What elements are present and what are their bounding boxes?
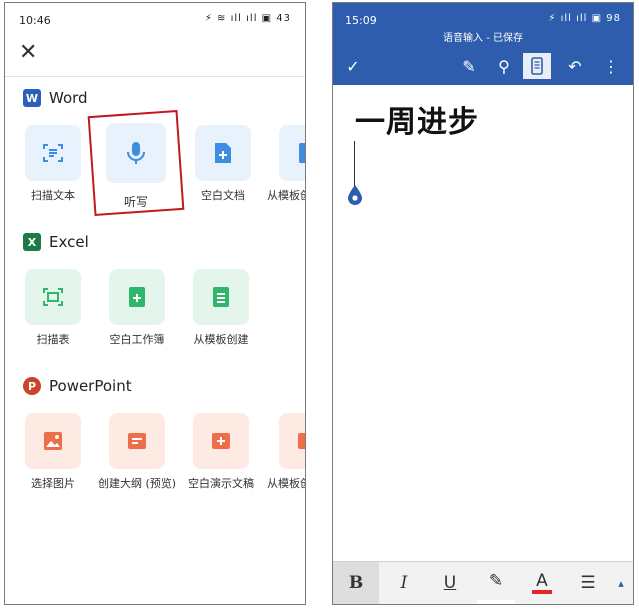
excel-logo-icon: X [23, 233, 41, 251]
tile-label-ppt-template: 从模板创建 [267, 477, 305, 490]
highlight-icon[interactable]: ✎ [477, 562, 515, 604]
status-time: 15:09 [345, 14, 377, 27]
underline-button[interactable]: U [431, 562, 469, 604]
status-icons: ⚡ ıll ıll ▣ 98 [548, 13, 621, 24]
scan-text-tile[interactable] [25, 125, 81, 181]
dictate-highlight-box [87, 109, 185, 217]
mobile-view-icon [531, 57, 543, 75]
tile-label-blank-presentation: 空白演示文稿 [188, 477, 254, 490]
italic-button[interactable]: I [385, 562, 423, 604]
excel-template-tile[interactable] [193, 269, 249, 325]
search-icon[interactable]: ⚲ [490, 53, 518, 79]
tile-label-blank-document: 空白文档 [201, 189, 245, 202]
expand-toolbar-icon[interactable]: ▴ [609, 562, 633, 604]
right-phone-screen: 15:09 ⚡ ıll ıll ▣ 98 语音输入 - 已保存 ✓ ✎ ⚲ ↶ … [332, 2, 634, 605]
left-phone-screen: 10:46 ⚡ ≋ ıll ıll ▣ 43 ✕ W Word 扫描文本 听写 … [4, 2, 306, 605]
scan-table-icon [43, 288, 63, 306]
tile-label-excel-template: 从模板创建 [193, 333, 249, 346]
bold-button[interactable]: B [333, 562, 379, 604]
header-divider [5, 76, 305, 77]
section-title-powerpoint: PowerPoint [49, 377, 132, 395]
new-workbook-icon [129, 287, 145, 307]
document-title: 语音输入 - 已保存 [443, 33, 523, 44]
word-logo-icon: W [23, 89, 41, 107]
tile-label-blank-workbook: 空白工作簿 [109, 333, 165, 346]
tile-label-word-template: 从模板创建 [267, 189, 305, 202]
tile-label-choose-picture: 选择图片 [31, 477, 75, 490]
scan-text-icon [43, 144, 63, 162]
ppt-template-tile[interactable] [279, 413, 305, 469]
section-title-word: Word [49, 89, 88, 107]
status-time: 10:46 [19, 14, 51, 27]
section-word: W Word [23, 87, 88, 109]
choose-picture-tile[interactable] [25, 413, 81, 469]
cursor-handle-icon[interactable] [347, 184, 363, 206]
powerpoint-logo-icon: P [23, 377, 41, 395]
outline-icon [128, 433, 146, 449]
section-title-excel: Excel [49, 233, 89, 251]
check-icon[interactable]: ✓ [339, 53, 367, 79]
mobile-view-button[interactable] [523, 53, 551, 79]
blank-document-tile[interactable] [195, 125, 251, 181]
section-excel: X Excel [23, 231, 89, 253]
document-heading[interactable]: 一周进步 [355, 97, 479, 141]
tile-label-scan-text: 扫描文本 [31, 189, 75, 202]
new-document-icon [215, 143, 231, 163]
template-icon [213, 287, 229, 307]
scan-table-tile[interactable] [25, 269, 81, 325]
more-options-icon[interactable]: ⋮ [597, 53, 625, 79]
word-template-tile[interactable] [279, 125, 305, 181]
text-cursor [354, 141, 355, 187]
close-icon[interactable]: ✕ [19, 41, 37, 65]
section-powerpoint: P PowerPoint [23, 375, 132, 397]
word-app-bar: 15:09 ⚡ ıll ıll ▣ 98 语音输入 - 已保存 ✓ ✎ ⚲ ↶ … [333, 3, 633, 85]
template-icon [298, 433, 305, 449]
status-icons: ⚡ ≋ ıll ıll ▣ 43 [204, 13, 291, 24]
font-color-button[interactable]: A [523, 562, 561, 604]
font-color-icon: A [532, 572, 552, 594]
create-outline-tile[interactable] [109, 413, 165, 469]
tile-label-scan-table: 扫描表 [36, 333, 70, 346]
tile-label-create-outline: 创建大纲 (预览) [97, 477, 177, 490]
new-presentation-icon [212, 433, 230, 449]
pen-icon[interactable]: ✎ [455, 53, 483, 79]
blank-presentation-tile[interactable] [193, 413, 249, 469]
blank-workbook-tile[interactable] [109, 269, 165, 325]
format-toolbar: B I U ✎ A ☰ ▴ [333, 561, 633, 604]
template-icon [299, 143, 305, 163]
picture-icon [44, 432, 62, 450]
list-icon[interactable]: ☰ [569, 562, 607, 604]
undo-icon[interactable]: ↶ [561, 53, 589, 79]
status-bar: 10:46 ⚡ ≋ ıll ıll ▣ 43 [5, 3, 305, 37]
